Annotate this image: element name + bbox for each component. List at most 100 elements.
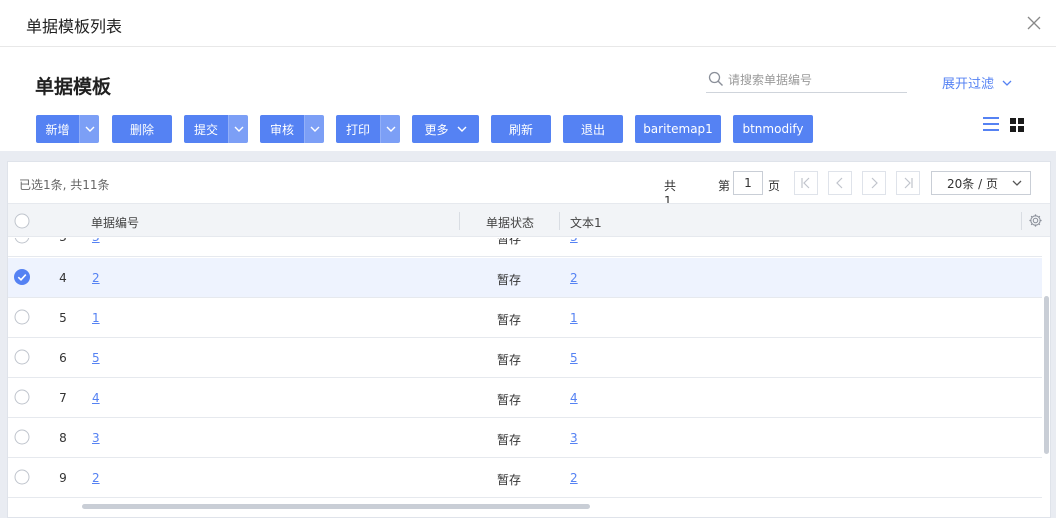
exit-button[interactable]: 退出: [563, 115, 623, 143]
text1-link[interactable]: 3: [570, 431, 578, 445]
page-title: 单据模板: [35, 76, 112, 98]
row-checkbox[interactable]: [14, 309, 30, 325]
column-header-code[interactable]: 单据编号: [91, 214, 139, 231]
chevron-down-icon: [234, 126, 243, 132]
table-body: 3 3 暂存 3 4 2 暂存 2 5 1 暂存 1 6 5 暂存 5: [8, 238, 1042, 500]
prev-page-button[interactable]: [828, 171, 852, 195]
bill-code-link[interactable]: 3: [92, 238, 100, 244]
search-input[interactable]: [728, 70, 903, 90]
column-divider[interactable]: [559, 212, 560, 230]
add-button[interactable]: 新增: [36, 115, 79, 143]
chevron-right-icon: [871, 177, 878, 189]
column-header-status[interactable]: 单据状态: [486, 214, 534, 231]
text1-link[interactable]: 5: [570, 351, 578, 365]
submit-dropdown-arrow[interactable]: [228, 115, 248, 143]
dialog-titlebar: 单据模板列表: [0, 0, 1056, 47]
bill-code-link[interactable]: 1: [92, 311, 100, 325]
list-view-icon[interactable]: [983, 117, 999, 131]
text1-link[interactable]: 2: [570, 471, 578, 485]
page-size-value: 20条 / 页: [947, 176, 998, 191]
column-header-text1[interactable]: 文本1: [570, 214, 602, 231]
last-page-icon: [904, 177, 913, 189]
next-page-button[interactable]: [862, 171, 886, 195]
bill-status: 暂存: [497, 473, 522, 487]
first-page-icon: [801, 177, 810, 189]
bill-status: 暂存: [497, 313, 522, 327]
row-checkbox[interactable]: [14, 389, 30, 405]
expand-filter-label: 展开过滤: [942, 77, 995, 92]
text1-link[interactable]: 4: [570, 391, 578, 405]
row-index: 7: [59, 391, 67, 405]
print-split-button[interactable]: 打印: [336, 115, 400, 143]
chevron-down-icon: [1012, 180, 1022, 186]
table-row[interactable]: 3 3 暂存 3: [8, 238, 1042, 257]
select-all-checkbox[interactable]: [14, 213, 30, 229]
table-row[interactable]: 9 2 暂存 2: [8, 458, 1042, 498]
expand-filter-button[interactable]: 展开过滤: [942, 73, 1012, 92]
bill-code-link[interactable]: 2: [92, 471, 100, 485]
row-checkbox[interactable]: [14, 429, 30, 445]
grid-view-icon[interactable]: [1010, 118, 1024, 132]
audit-button[interactable]: 审核: [260, 115, 304, 143]
horizontal-scroll-thumb[interactable]: [82, 504, 590, 509]
vertical-scroll-thumb[interactable]: [1044, 296, 1049, 454]
audit-dropdown-arrow[interactable]: [304, 115, 324, 143]
row-checkbox[interactable]: [14, 469, 30, 485]
row-index: 8: [59, 431, 67, 445]
row-index: 6: [59, 351, 67, 365]
row-index: 5: [59, 311, 67, 325]
bill-code-link[interactable]: 4: [92, 391, 100, 405]
bill-code-link[interactable]: 5: [92, 351, 100, 365]
submit-split-button[interactable]: 提交: [184, 115, 248, 143]
text1-link[interactable]: 3: [570, 238, 578, 244]
selection-info: 已选1条, 共11条: [19, 178, 110, 192]
bill-code-link[interactable]: 3: [92, 431, 100, 445]
print-dropdown-arrow[interactable]: [380, 115, 400, 143]
first-page-button[interactable]: [794, 171, 818, 195]
print-button[interactable]: 打印: [336, 115, 380, 143]
row-checkbox[interactable]: [14, 238, 30, 244]
bill-status: 暂存: [497, 353, 522, 367]
row-index: 4: [59, 271, 67, 285]
more-button[interactable]: 更多: [412, 115, 479, 143]
chevron-down-icon: [457, 126, 466, 132]
add-split-button[interactable]: 新增: [36, 115, 99, 143]
row-checkbox[interactable]: [14, 349, 30, 365]
column-divider[interactable]: [459, 212, 460, 230]
more-button-label: 更多: [424, 122, 449, 137]
page-header: 单据模板 展开过滤 新增 删除 提交 审核: [0, 48, 1056, 151]
page-suffix: 页: [768, 179, 781, 193]
last-page-button[interactable]: [896, 171, 920, 195]
bill-status: 暂存: [497, 273, 522, 287]
refresh-button[interactable]: 刷新: [491, 115, 551, 143]
column-divider: [1021, 212, 1022, 230]
bill-status: 暂存: [497, 433, 522, 447]
chevron-down-icon: [85, 126, 94, 132]
page-number-input[interactable]: 1: [733, 171, 763, 195]
table-row[interactable]: 8 3 暂存 3: [8, 418, 1042, 458]
table-row[interactable]: 5 1 暂存 1: [8, 298, 1042, 338]
delete-button[interactable]: 删除: [112, 115, 172, 143]
gear-icon[interactable]: [1028, 213, 1043, 228]
bill-status: 暂存: [497, 238, 522, 246]
baritemap1-button[interactable]: baritemap1: [635, 115, 721, 143]
chevron-down-icon: [310, 126, 319, 132]
text1-link[interactable]: 2: [570, 271, 578, 285]
row-checkbox-checked[interactable]: [14, 269, 30, 285]
search-box[interactable]: [706, 68, 907, 93]
page-size-select[interactable]: 20条 / 页: [931, 171, 1031, 195]
pager-bar: 已选1条, 共11条 共 1 页 第 1 页 20条 / 页: [8, 162, 1050, 224]
chevron-down-icon: [1002, 80, 1012, 86]
text1-link[interactable]: 1: [570, 311, 578, 325]
table-row[interactable]: 6 5 暂存 5: [8, 338, 1042, 378]
close-icon[interactable]: [1024, 13, 1044, 33]
add-dropdown-arrow[interactable]: [79, 115, 99, 143]
btnmodify-button[interactable]: btnmodify: [733, 115, 813, 143]
vertical-scrollbar[interactable]: [1043, 238, 1050, 500]
submit-button[interactable]: 提交: [184, 115, 228, 143]
bill-code-link[interactable]: 2: [92, 271, 100, 285]
search-icon: [708, 71, 723, 86]
table-row[interactable]: 7 4 暂存 4: [8, 378, 1042, 418]
audit-split-button[interactable]: 审核: [260, 115, 324, 143]
table-row[interactable]: 4 2 暂存 2: [8, 258, 1042, 298]
